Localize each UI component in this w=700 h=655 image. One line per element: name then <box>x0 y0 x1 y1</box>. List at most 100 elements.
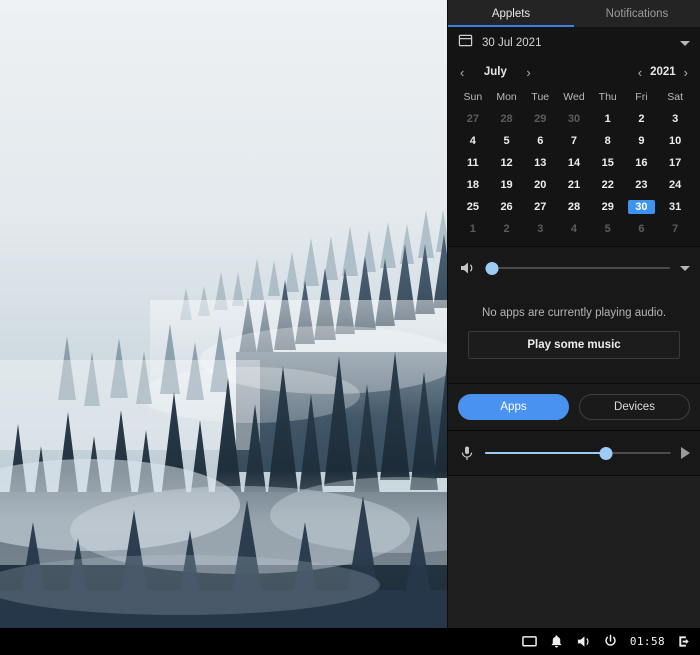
devices-toggle-label: Devices <box>614 401 655 413</box>
power-icon[interactable] <box>603 634 618 649</box>
calendar-day[interactable]: 16 <box>625 152 659 174</box>
calendar-day[interactable]: 5 <box>591 218 625 240</box>
calendar-day[interactable]: 20 <box>523 174 557 196</box>
bell-icon[interactable] <box>549 634 564 649</box>
calendar-day-label: 5 <box>503 135 510 147</box>
calendar-day[interactable]: 30 <box>557 108 591 130</box>
calendar-day-label: 14 <box>567 157 581 169</box>
prev-month-button[interactable]: ‹ <box>460 66 464 79</box>
calendar-day-label: 28 <box>567 201 581 213</box>
calendar-day[interactable]: 15 <box>591 152 625 174</box>
month-navigation: ‹ July › <box>460 66 531 79</box>
panel-empty-area <box>448 476 700 628</box>
microphone-icon-glyph <box>461 446 472 460</box>
calendar-day-label: 24 <box>669 179 682 191</box>
logout-icon[interactable] <box>677 634 692 649</box>
calendar-day-label: 4 <box>469 135 476 147</box>
calendar-day[interactable]: 19 <box>490 174 524 196</box>
calendar-day[interactable]: 25 <box>456 196 490 218</box>
calendar-day-label: 2 <box>638 113 645 125</box>
calendar-day[interactable]: 5 <box>490 130 524 152</box>
calendar-day-label: 27 <box>466 113 479 125</box>
calendar-day[interactable]: 10 <box>658 130 692 152</box>
calendar-day[interactable]: 14 <box>557 152 591 174</box>
calendar-day[interactable]: 1 <box>591 108 625 130</box>
calendar-dow-tue: Tue <box>531 91 550 103</box>
volume-slider[interactable] <box>485 261 670 275</box>
sound-expander-chevron-down-icon[interactable] <box>680 265 690 271</box>
calendar-day-label: 23 <box>635 179 648 191</box>
calendar-day[interactable]: 8 <box>591 130 625 152</box>
speaker-icon[interactable] <box>458 260 475 277</box>
volume-icon[interactable] <box>576 634 591 649</box>
tab-applets[interactable]: Applets <box>448 0 574 27</box>
calendar-day[interactable]: 6 <box>625 218 659 240</box>
source-toggle: Apps Devices <box>448 384 700 430</box>
sound-applet: No apps are currently playing audio. Pla… <box>448 247 700 383</box>
calendar-day[interactable]: 2 <box>490 218 524 240</box>
calendar-day-today[interactable]: 30 <box>625 196 659 218</box>
calendar-day[interactable]: 23 <box>625 174 659 196</box>
microphone-slider[interactable] <box>485 446 671 460</box>
calendar-day[interactable]: 13 <box>523 152 557 174</box>
chevron-down-icon[interactable] <box>680 40 690 46</box>
calendar-day[interactable]: 29 <box>523 108 557 130</box>
applets-panel: Applets Notifications 30 Jul 2021 ‹ July… <box>447 0 700 628</box>
calendar-day[interactable]: 17 <box>658 152 692 174</box>
play-icon[interactable] <box>681 447 690 459</box>
microphone-icon[interactable] <box>458 445 475 462</box>
microphone-row <box>458 442 690 464</box>
calendar-day[interactable]: 7 <box>557 130 591 152</box>
calendar-day-label: 16 <box>635 157 648 169</box>
volume-slider-handle[interactable] <box>485 261 499 275</box>
calendar-day[interactable]: 28 <box>490 108 524 130</box>
panel-tabs: Applets Notifications <box>448 0 700 27</box>
calendar-icon-glyph <box>458 34 473 47</box>
calendar-navigation: ‹ July › ‹ 2021 › <box>448 59 700 85</box>
screen: Applets Notifications 30 Jul 2021 ‹ July… <box>0 0 700 655</box>
apps-toggle-label: Apps <box>500 401 527 413</box>
calendar-day-label: 26 <box>500 201 513 213</box>
taskbar-clock[interactable]: 01:58 <box>630 635 665 648</box>
calendar-day[interactable]: 2 <box>625 108 659 130</box>
calendar-day[interactable]: 24 <box>658 174 692 196</box>
calendar-day-label: 28 <box>500 113 513 125</box>
calendar-day-label: 7 <box>570 135 578 147</box>
calendar-day-label: 30 <box>567 113 581 125</box>
calendar-day[interactable]: 11 <box>456 152 490 174</box>
display-icon[interactable] <box>522 634 537 649</box>
microphone-slider-handle[interactable] <box>599 446 613 460</box>
taskbar: 01:58 <box>0 628 700 655</box>
calendar-day[interactable]: 27 <box>523 196 557 218</box>
calendar-day[interactable]: 7 <box>658 218 692 240</box>
calendar-day[interactable]: 26 <box>490 196 524 218</box>
calendar-day[interactable]: 22 <box>591 174 625 196</box>
display-icon-glyph <box>522 636 537 647</box>
desktop-wallpaper <box>0 0 447 628</box>
calendar-day[interactable]: 1 <box>456 218 490 240</box>
calendar-day[interactable]: 3 <box>658 108 692 130</box>
devices-toggle-button[interactable]: Devices <box>579 394 690 420</box>
date-header[interactable]: 30 Jul 2021 <box>448 27 700 59</box>
next-month-button[interactable]: › <box>526 66 530 79</box>
calendar-day[interactable]: 9 <box>625 130 659 152</box>
calendar-day-label: 7 <box>672 223 679 235</box>
play-some-music-button[interactable]: Play some music <box>468 331 680 359</box>
calendar-day[interactable]: 3 <box>523 218 557 240</box>
next-year-button[interactable]: › <box>684 66 688 79</box>
calendar-day[interactable]: 6 <box>523 130 557 152</box>
calendar-day[interactable]: 12 <box>490 152 524 174</box>
calendar-day[interactable]: 4 <box>557 218 591 240</box>
prev-year-button[interactable]: ‹ <box>638 66 642 79</box>
calendar-day[interactable]: 28 <box>557 196 591 218</box>
calendar-day[interactable]: 21 <box>557 174 591 196</box>
calendar-day-label: 18 <box>466 179 479 191</box>
calendar-day[interactable]: 18 <box>456 174 490 196</box>
calendar-day-label: 3 <box>672 113 679 125</box>
apps-toggle-button[interactable]: Apps <box>458 394 569 420</box>
calendar-day[interactable]: 29 <box>591 196 625 218</box>
tab-notifications[interactable]: Notifications <box>574 0 700 27</box>
calendar-day[interactable]: 27 <box>456 108 490 130</box>
calendar-day[interactable]: 31 <box>658 196 692 218</box>
calendar-day[interactable]: 4 <box>456 130 490 152</box>
